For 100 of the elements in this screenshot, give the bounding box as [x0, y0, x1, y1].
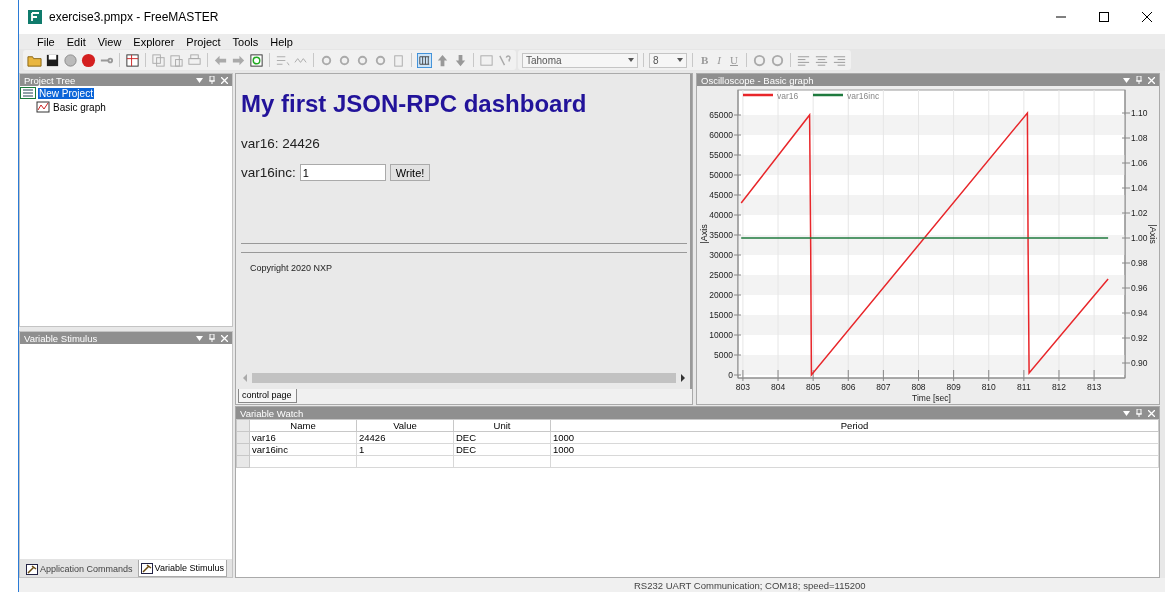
tree-item[interactable]: New Project — [38, 87, 94, 99]
tick-label: 810 — [981, 382, 996, 392]
tick-label: 1.02 — [1131, 208, 1148, 218]
legend-label: var16inc — [847, 91, 880, 101]
menu-item[interactable]: Project — [180, 35, 227, 48]
tab[interactable]: Application Commands — [23, 562, 136, 577]
caret-icon — [677, 58, 683, 62]
tick-label: 0.98 — [1131, 258, 1148, 268]
tick-label: 0.90 — [1131, 358, 1148, 368]
column-header: Unit — [453, 419, 551, 432]
legend-label: var16 — [777, 91, 799, 101]
table-cell: 1000 — [550, 443, 1159, 456]
column-header: Name — [249, 419, 357, 432]
table-cell: var16inc — [249, 443, 357, 456]
pin-icon[interactable] — [209, 334, 215, 342]
tick-label: 812 — [1051, 382, 1067, 392]
help-icon[interactable] — [497, 52, 512, 68]
table-icon[interactable] — [125, 52, 140, 68]
caret-icon — [628, 58, 634, 62]
dropdown-icon[interactable] — [196, 77, 203, 83]
tick-label: 808 — [911, 382, 926, 392]
tick-label: 65000 — [709, 110, 733, 120]
field-label: var16inc: — [241, 165, 296, 180]
column-header: Value — [356, 419, 454, 432]
tick-label: 50000 — [709, 170, 733, 180]
input-field[interactable]: 1 — [299, 164, 386, 181]
table-cell: 24426 — [356, 431, 454, 444]
dropdown-icon[interactable] — [1123, 77, 1130, 83]
tick-label: 35000 — [709, 230, 733, 240]
dropdown-icon[interactable] — [1123, 410, 1130, 416]
tick-label: 5000 — [714, 350, 733, 360]
printer-icon[interactable] — [187, 52, 202, 68]
font-size-dropdown[interactable]: 8 — [649, 52, 687, 68]
table-cell: DEC — [453, 431, 551, 444]
tick-label: 0.92 — [1131, 333, 1148, 343]
paste-icon[interactable] — [169, 52, 184, 68]
copy-icon[interactable] — [151, 52, 166, 68]
panel-title: Oscilloscope - Basic graph — [701, 74, 814, 86]
menu-item[interactable]: Edit — [60, 35, 92, 48]
tick-label: 55000 — [709, 150, 733, 160]
tick-label: 0.96 — [1131, 283, 1148, 293]
tick-label: 809 — [946, 382, 961, 392]
pin-icon[interactable] — [1136, 76, 1142, 84]
maximize-icon[interactable] — [1099, 12, 1109, 22]
scrollbar-thumb[interactable] — [252, 372, 676, 383]
tab[interactable]: control page — [238, 389, 297, 403]
window-title: exercise3.pmpx - FreeMASTER — [49, 10, 220, 24]
close-icon[interactable] — [1142, 12, 1152, 22]
write-button[interactable]: Write! — [389, 164, 431, 181]
tick-label: 10000 — [709, 330, 733, 340]
tick-label: 45000 — [709, 190, 733, 200]
tick-label: 30000 — [709, 250, 733, 260]
save-icon[interactable] — [45, 52, 60, 68]
tick-label: 807 — [876, 382, 891, 392]
table-cell: DEC — [453, 443, 551, 456]
tick-label: 0.94 — [1131, 308, 1148, 318]
stop-icon[interactable] — [81, 52, 96, 68]
tick-label: 804 — [770, 382, 786, 392]
tick-label: 803 — [735, 382, 750, 392]
page-heading: My first JSON-RPC dashboard — [241, 90, 588, 118]
tab[interactable]: Variable Stimulus — [137, 560, 227, 577]
tree-item[interactable]: Basic graph — [52, 101, 107, 113]
pin-icon[interactable] — [1136, 409, 1142, 417]
value-text: var16: 24426 — [241, 136, 321, 151]
menu-item[interactable]: View — [91, 35, 128, 48]
font-dropdown[interactable]: Tahoma — [522, 52, 638, 68]
tick-label: 1.04 — [1131, 183, 1148, 193]
copyright-text: Copyright 2020 NXP — [250, 263, 334, 273]
tick-label: 1.06 — [1131, 158, 1148, 168]
axis-title: |Axis — [1148, 224, 1158, 244]
pin-icon[interactable] — [209, 76, 215, 84]
table-cell: 1000 — [550, 431, 1159, 444]
refresh-icon[interactable] — [249, 52, 264, 68]
hammer-icon — [140, 562, 153, 574]
tick-label: 813 — [1087, 382, 1102, 392]
menu-item[interactable]: Help — [264, 35, 299, 48]
scroll-right-icon[interactable] — [679, 373, 687, 382]
tick-label: 20000 — [709, 290, 733, 300]
tick-label: 40000 — [709, 210, 733, 220]
graph-icon — [36, 101, 50, 113]
tick-label: 1.00 — [1131, 233, 1148, 243]
tick-label: 60000 — [709, 130, 733, 140]
menu-item[interactable]: Explorer — [127, 35, 181, 48]
table-cell: var16 — [249, 431, 357, 444]
status-text: RS232 UART Communication; COM18; speed=115200 — [634, 579, 866, 591]
column-header: Period — [550, 419, 1159, 432]
dropdown-icon[interactable] — [196, 335, 203, 341]
menu-item[interactable]: File — [31, 35, 61, 48]
tick-label: 806 — [841, 382, 856, 392]
scroll-left-icon[interactable] — [241, 373, 249, 382]
grid-icon[interactable] — [417, 52, 432, 68]
tick-label: 805 — [806, 382, 821, 392]
panel-title: Variable Watch — [240, 407, 304, 419]
menu-item[interactable]: Tools — [226, 35, 265, 48]
axis-title: Time [sec] — [912, 393, 951, 403]
panel-title: Variable Stimulus — [24, 332, 98, 344]
app-icon — [28, 10, 42, 24]
tick-label: 15000 — [709, 310, 733, 320]
tick-label: 25000 — [709, 270, 733, 280]
axis-title: |Axis — [699, 224, 709, 244]
